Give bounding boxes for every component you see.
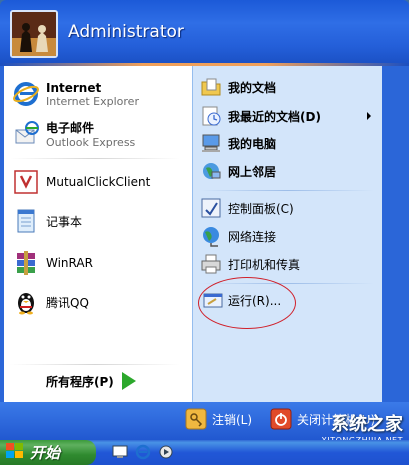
recent-notepad[interactable]: 记事本 bbox=[12, 207, 82, 235]
all-programs-button[interactable]: 所有程序(P) bbox=[46, 372, 136, 390]
system-control-panel-label: 控制面板(C) bbox=[228, 201, 294, 216]
start-button[interactable]: 开始 bbox=[0, 440, 96, 465]
place-my-computer[interactable]: 我的电脑 bbox=[200, 132, 276, 154]
printer-icon bbox=[200, 253, 222, 275]
all-programs-label: 所有程序(P) bbox=[46, 374, 114, 389]
my-documents-icon bbox=[200, 76, 222, 98]
start-menu: Administrator Internet Internet Explorer bbox=[0, 0, 409, 440]
internet-explorer-icon bbox=[12, 80, 40, 108]
recent-winrar[interactable]: WinRAR bbox=[12, 249, 93, 277]
submenu-arrow-icon bbox=[367, 112, 371, 120]
place-network-places-label: 网上邻居 bbox=[228, 164, 277, 179]
network-connections-icon bbox=[200, 225, 222, 247]
recent-notepad-label: 记事本 bbox=[46, 214, 83, 229]
recent-qq-label: 腾讯QQ bbox=[46, 295, 89, 310]
network-places-icon bbox=[200, 160, 222, 182]
mutualclick-icon bbox=[12, 168, 40, 196]
place-my-documents-label: 我的文档 bbox=[228, 80, 277, 95]
system-printers-label: 打印机和传真 bbox=[228, 257, 301, 272]
recent-winrar-label: WinRAR bbox=[46, 256, 93, 270]
taskbar: 开始 bbox=[0, 440, 409, 465]
recent-mutualclickclient-label: MutualClickClient bbox=[46, 175, 151, 189]
place-recent-documents-label: 我最近的文档(D) bbox=[228, 109, 321, 124]
recent-mutualclickclient[interactable]: MutualClickClient bbox=[12, 168, 150, 196]
pinned-internet-subtitle: Internet Explorer bbox=[46, 94, 139, 108]
recent-qq[interactable]: 腾讯QQ bbox=[12, 288, 89, 316]
qq-penguin-icon bbox=[12, 288, 40, 316]
watermark-main-text: 系统之家 bbox=[331, 414, 403, 435]
place-network-places[interactable]: 网上邻居 bbox=[200, 160, 276, 182]
place-my-computer-label: 我的电脑 bbox=[228, 136, 277, 151]
places-separator bbox=[200, 190, 374, 191]
winrar-icon bbox=[12, 249, 40, 277]
start-menu-header: Administrator bbox=[0, 0, 409, 66]
run-highlight-annotation bbox=[198, 277, 296, 329]
system-network-connections[interactable]: 网络连接 bbox=[200, 225, 276, 247]
notepad-icon bbox=[12, 207, 40, 235]
logoff-button[interactable]: 注销(L) bbox=[185, 408, 252, 430]
logoff-label: 注销(L) bbox=[212, 412, 253, 427]
key-icon bbox=[185, 408, 207, 430]
green-arrow-icon bbox=[121, 372, 136, 390]
place-my-documents[interactable]: 我的文档 bbox=[200, 76, 276, 98]
pinned-email[interactable]: 电子邮件 Outlook Express bbox=[12, 119, 135, 149]
windows-logo-icon bbox=[6, 443, 24, 462]
quicklaunch-media-icon[interactable] bbox=[158, 444, 174, 463]
outlook-express-icon bbox=[12, 120, 40, 148]
system-network-connections-label: 网络连接 bbox=[228, 229, 277, 244]
pinned-email-title: 电子邮件 bbox=[46, 121, 95, 135]
right-border bbox=[382, 66, 409, 402]
quicklaunch-desktop-icon[interactable] bbox=[112, 444, 128, 463]
system-printers[interactable]: 打印机和传真 bbox=[200, 253, 300, 275]
pinned-separator bbox=[10, 158, 180, 159]
my-computer-icon bbox=[200, 132, 222, 154]
pinned-internet[interactable]: Internet Internet Explorer bbox=[12, 80, 139, 108]
place-recent-documents[interactable]: 我最近的文档(D) bbox=[200, 105, 321, 127]
power-icon bbox=[270, 408, 292, 430]
user-avatar[interactable] bbox=[10, 10, 58, 58]
pinned-email-subtitle: Outlook Express bbox=[46, 136, 136, 149]
recent-documents-icon bbox=[200, 105, 222, 127]
control-panel-icon bbox=[200, 197, 222, 219]
user-name: Administrator bbox=[68, 22, 184, 42]
pinned-internet-title: Internet bbox=[46, 80, 102, 95]
quicklaunch-ie-icon[interactable] bbox=[135, 444, 151, 463]
system-control-panel[interactable]: 控制面板(C) bbox=[200, 197, 294, 219]
all-programs-separator bbox=[10, 364, 180, 365]
start-label: 开始 bbox=[30, 444, 61, 462]
